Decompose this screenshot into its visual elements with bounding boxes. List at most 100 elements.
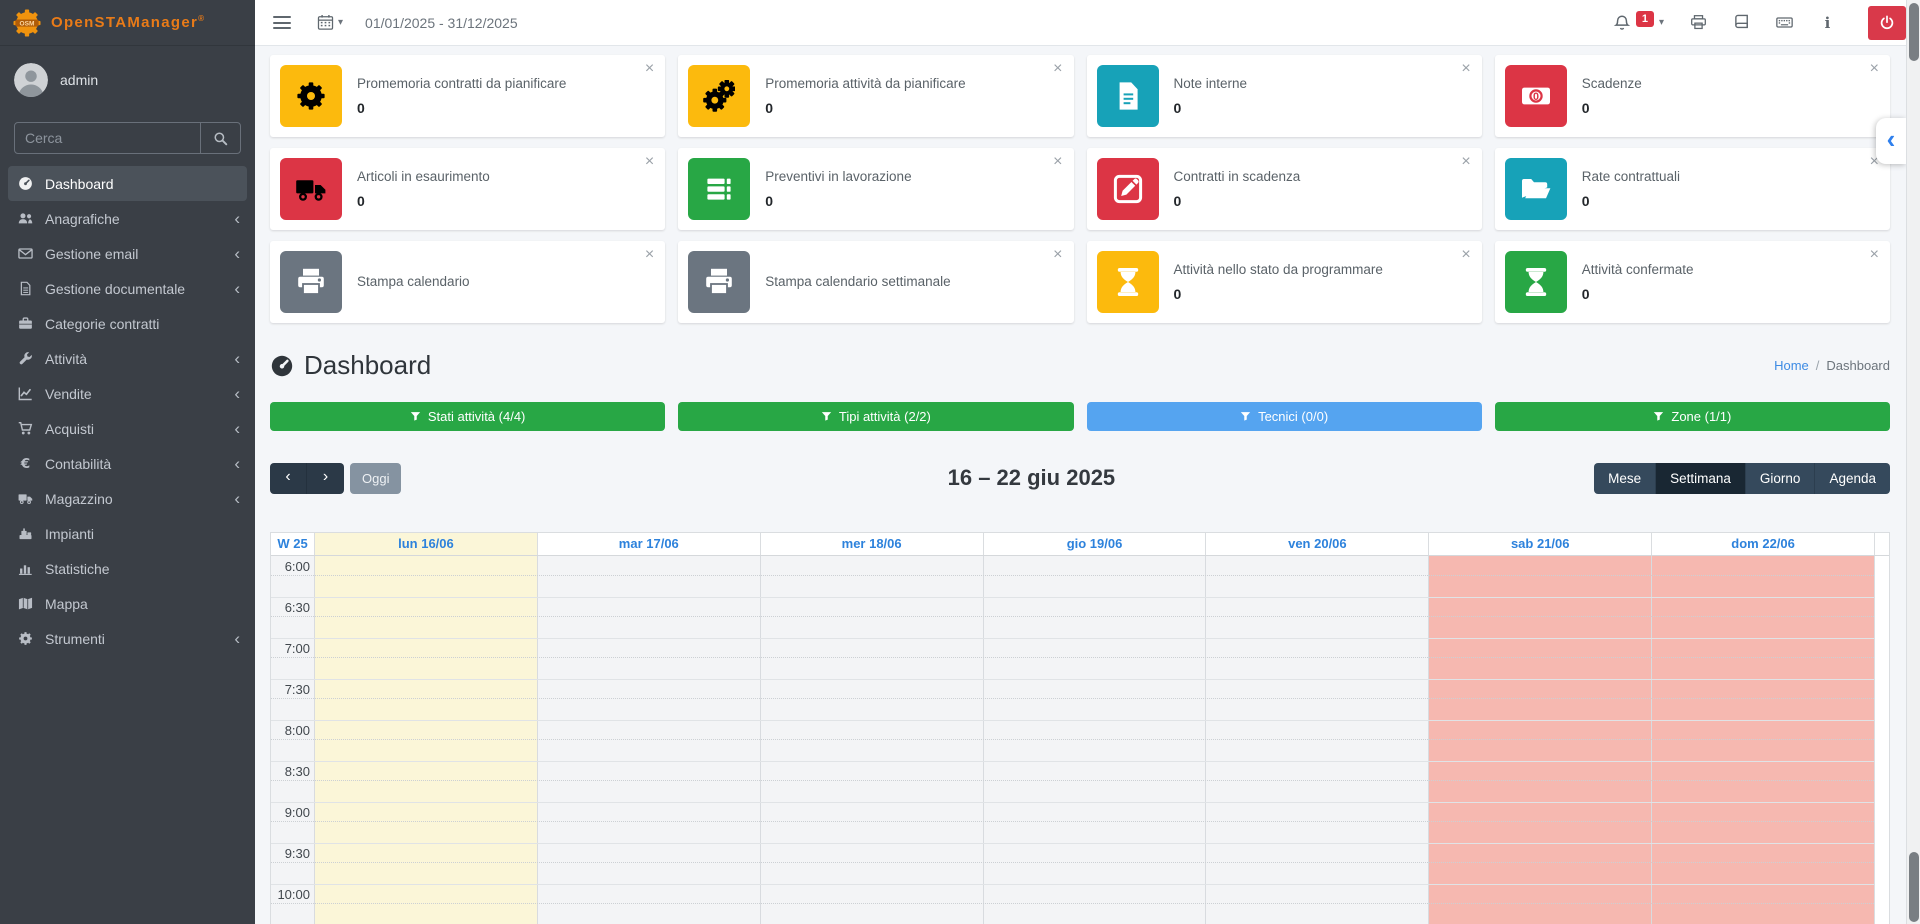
search-button[interactable] [200, 123, 240, 153]
search-icon [213, 131, 228, 146]
day-column-0[interactable] [314, 556, 537, 924]
day-header-6[interactable]: dom 22/06 [1651, 533, 1874, 555]
search-input[interactable] [15, 123, 200, 153]
widget-card-promemoria-attivita[interactable]: Promemoria attività da pianificare 0 × [678, 55, 1074, 137]
close-icon[interactable]: × [645, 247, 654, 263]
sidebar-item-impianti[interactable]: Impianti [0, 516, 255, 551]
close-icon[interactable]: × [1461, 154, 1470, 170]
widget-card-contratti-scadenza[interactable]: Contratti in scadenza 0 × [1086, 148, 1482, 230]
view-button-settimana[interactable]: Settimana [1655, 462, 1745, 494]
close-icon[interactable]: × [645, 154, 654, 170]
widget-count: 0 [765, 192, 774, 209]
sidebar-item-anagrafiche[interactable]: Anagrafiche ‹ [0, 201, 255, 236]
time-axis: 6:00 6:30 7:00 7:30 8:00 8:30 9:00 9:30 10:00 [271, 556, 314, 924]
note-icon [1096, 65, 1159, 127]
day-column-3[interactable] [982, 556, 1206, 924]
sidebar-item-acquisti[interactable]: Acquisti ‹ [0, 411, 255, 446]
scrollbar-thumb[interactable] [1909, 852, 1919, 922]
close-icon[interactable]: × [1053, 61, 1062, 77]
widget-label: Attività confermate [1581, 262, 1694, 278]
sidebar-item-attivita[interactable]: Attività ‹ [0, 341, 255, 376]
day-column-6[interactable] [1651, 556, 1875, 924]
keyboard-icon[interactable] [1776, 14, 1793, 31]
date-range[interactable]: 01/01/2025 - 31/12/2025 [365, 15, 518, 31]
app-logo[interactable]: OSM OpenSTAManager® [0, 0, 255, 46]
book-icon[interactable] [1733, 14, 1750, 31]
widget-label: Articoli in esaurimento [357, 169, 490, 185]
calendar-prev-button[interactable]: ‹ [270, 462, 307, 494]
widget-label: Scadenze [1581, 76, 1642, 92]
day-column-5[interactable] [1428, 556, 1652, 924]
widget-card-promemoria-contratti[interactable]: Promemoria contratti da pianificare 0 × [270, 55, 666, 137]
sidebar-item-categorie-contratti[interactable]: Categorie contratti [0, 306, 255, 341]
user-panel: admin [0, 46, 255, 112]
topbar: ▾ 01/01/2025 - 31/12/2025 1 ▾ i [255, 0, 1920, 46]
power-icon [1879, 15, 1895, 31]
filter-button-zone[interactable]: Zone (1/1) [1494, 402, 1890, 431]
filter-button-tecnici[interactable]: Tecnici (0/0) [1086, 402, 1482, 431]
info-icon[interactable]: i [1819, 14, 1836, 31]
close-icon[interactable]: × [1870, 247, 1879, 263]
sidebar-item-dashboard[interactable]: Dashboard [8, 166, 247, 201]
widget-panel-toggle[interactable]: ‹ [1876, 118, 1906, 164]
day-header-5[interactable]: sab 21/06 [1428, 533, 1651, 555]
widget-card-rate-contrattuali[interactable]: Rate contrattuali 0 × [1494, 148, 1890, 230]
day-column-2[interactable] [759, 556, 983, 924]
widget-card-stampa-calendario-settimanale[interactable]: Stampa calendario settimanale × [678, 241, 1074, 323]
breadcrumb-home-link[interactable]: Home [1774, 358, 1809, 373]
close-icon[interactable]: × [645, 61, 654, 77]
widget-card-preventivi-lavorazione[interactable]: Preventivi in lavorazione 0 × [678, 148, 1074, 230]
logout-button[interactable] [1868, 5, 1906, 40]
view-button-giorno[interactable]: Giorno [1744, 462, 1815, 494]
sidebar-item-contabilita[interactable]: € Contabilità ‹ [0, 446, 255, 481]
day-header-2[interactable]: mer 18/06 [759, 533, 983, 555]
close-icon[interactable]: × [1461, 61, 1470, 77]
chevron-left-icon: ‹ [234, 453, 240, 473]
day-column-4[interactable] [1205, 556, 1429, 924]
close-icon[interactable]: × [1053, 154, 1062, 170]
sidebar-item-vendite[interactable]: Vendite ‹ [0, 376, 255, 411]
printer-icon[interactable] [1690, 14, 1707, 31]
sidebar-item-gestione-email[interactable]: Gestione email ‹ [0, 236, 255, 271]
sidebar-item-gestione-documentale[interactable]: Gestione documentale ‹ [0, 271, 255, 306]
filter-button-stati-attivita[interactable]: Stati attività (4/4) [270, 402, 666, 431]
sidebar-item-strumenti[interactable]: Strumenti ‹ [0, 621, 255, 656]
page-scrollbar[interactable] [1906, 0, 1920, 924]
sidebar-item-statistiche[interactable]: Statistiche [0, 551, 255, 586]
close-icon[interactable]: × [1053, 247, 1062, 263]
today-button[interactable]: Oggi [350, 462, 402, 494]
time-label: 9:30 [284, 846, 310, 861]
view-button-agenda[interactable]: Agenda [1814, 462, 1890, 494]
day-header-3[interactable]: gio 19/06 [982, 533, 1206, 555]
sidebar-item-magazzino[interactable]: Magazzino ‹ [0, 481, 255, 516]
close-icon[interactable]: × [1870, 61, 1879, 77]
scrollbar-thumb[interactable] [1909, 3, 1919, 61]
widget-card-note-interne[interactable]: Note interne 0 × [1086, 55, 1482, 137]
sidebar-item-mappa[interactable]: Mappa [0, 586, 255, 621]
widget-card-attivita-da-programmare[interactable]: Attività nello stato da programmare 0 × [1086, 241, 1482, 323]
hamburger-icon[interactable] [273, 16, 291, 29]
user-avatar[interactable] [14, 63, 48, 97]
calendar-body: 6:00 6:30 7:00 7:30 8:00 8:30 9:00 9:30 10:00 [271, 556, 1889, 924]
widget-card-attivita-confermate[interactable]: Attività confermate 0 × [1494, 241, 1890, 323]
day-header-4[interactable]: ven 20/06 [1205, 533, 1428, 555]
widget-label: Preventivi in lavorazione [765, 169, 912, 185]
app-title: OpenSTAManager® [51, 14, 206, 31]
wrench-icon [17, 351, 34, 367]
filter-button-tipi-attivita[interactable]: Tipi attività (2/2) [678, 402, 1074, 431]
close-icon[interactable]: × [1461, 247, 1470, 263]
view-button-mese[interactable]: Mese [1594, 462, 1656, 494]
money-icon: 0 [1504, 65, 1567, 127]
widget-label: Stampa calendario [357, 274, 470, 290]
widget-label: Rate contrattuali [1581, 169, 1681, 185]
filter-icon [821, 411, 832, 422]
widget-card-articoli-esaurimento[interactable]: Articoli in esaurimento 0 × [270, 148, 666, 230]
period-select-button[interactable]: ▾ [317, 14, 343, 31]
notifications-button[interactable]: 1 ▾ [1613, 10, 1664, 32]
calendar-next-button[interactable]: › [307, 462, 344, 494]
widget-card-stampa-calendario[interactable]: Stampa calendario × [270, 241, 666, 323]
day-column-1[interactable] [536, 556, 760, 924]
day-header-0[interactable]: lun 16/06 [314, 533, 537, 555]
day-header-1[interactable]: mar 17/06 [536, 533, 760, 555]
widget-card-scadenze[interactable]: 0 Scadenze 0 × [1494, 55, 1890, 137]
